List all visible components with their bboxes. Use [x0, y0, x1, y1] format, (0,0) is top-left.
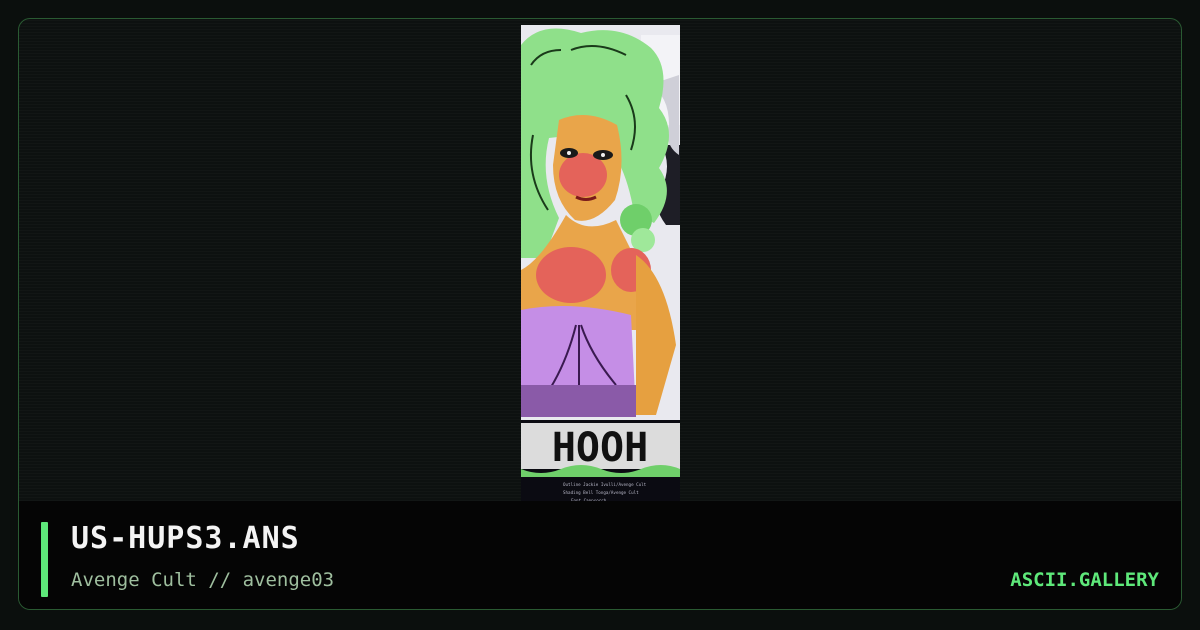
- site-brand-link[interactable]: ASCII.GALLERY: [1010, 569, 1159, 591]
- banner-text: HOOH: [552, 425, 648, 471]
- artwork-title: US-HUPS3.ANS: [71, 521, 300, 556]
- card-frame: HOOH Outline Jackie Ivulli/Avenge Cult S…: [18, 18, 1182, 610]
- credit-line-1: Outline Jackie Ivulli/Avenge Cult: [563, 482, 647, 487]
- artwork-image: HOOH Outline Jackie Ivulli/Avenge Cult S…: [521, 25, 680, 503]
- accent-bar: [41, 522, 48, 597]
- credit-line-2: Shading Bell Tonga/Avenge Cult: [563, 490, 639, 495]
- artwork-byline: Avenge Cult // avenge03: [71, 569, 335, 591]
- ansi-artwork[interactable]: HOOH Outline Jackie Ivulli/Avenge Cult S…: [521, 25, 680, 503]
- info-bar: US-HUPS3.ANS Avenge Cult // avenge03 ASC…: [19, 501, 1181, 609]
